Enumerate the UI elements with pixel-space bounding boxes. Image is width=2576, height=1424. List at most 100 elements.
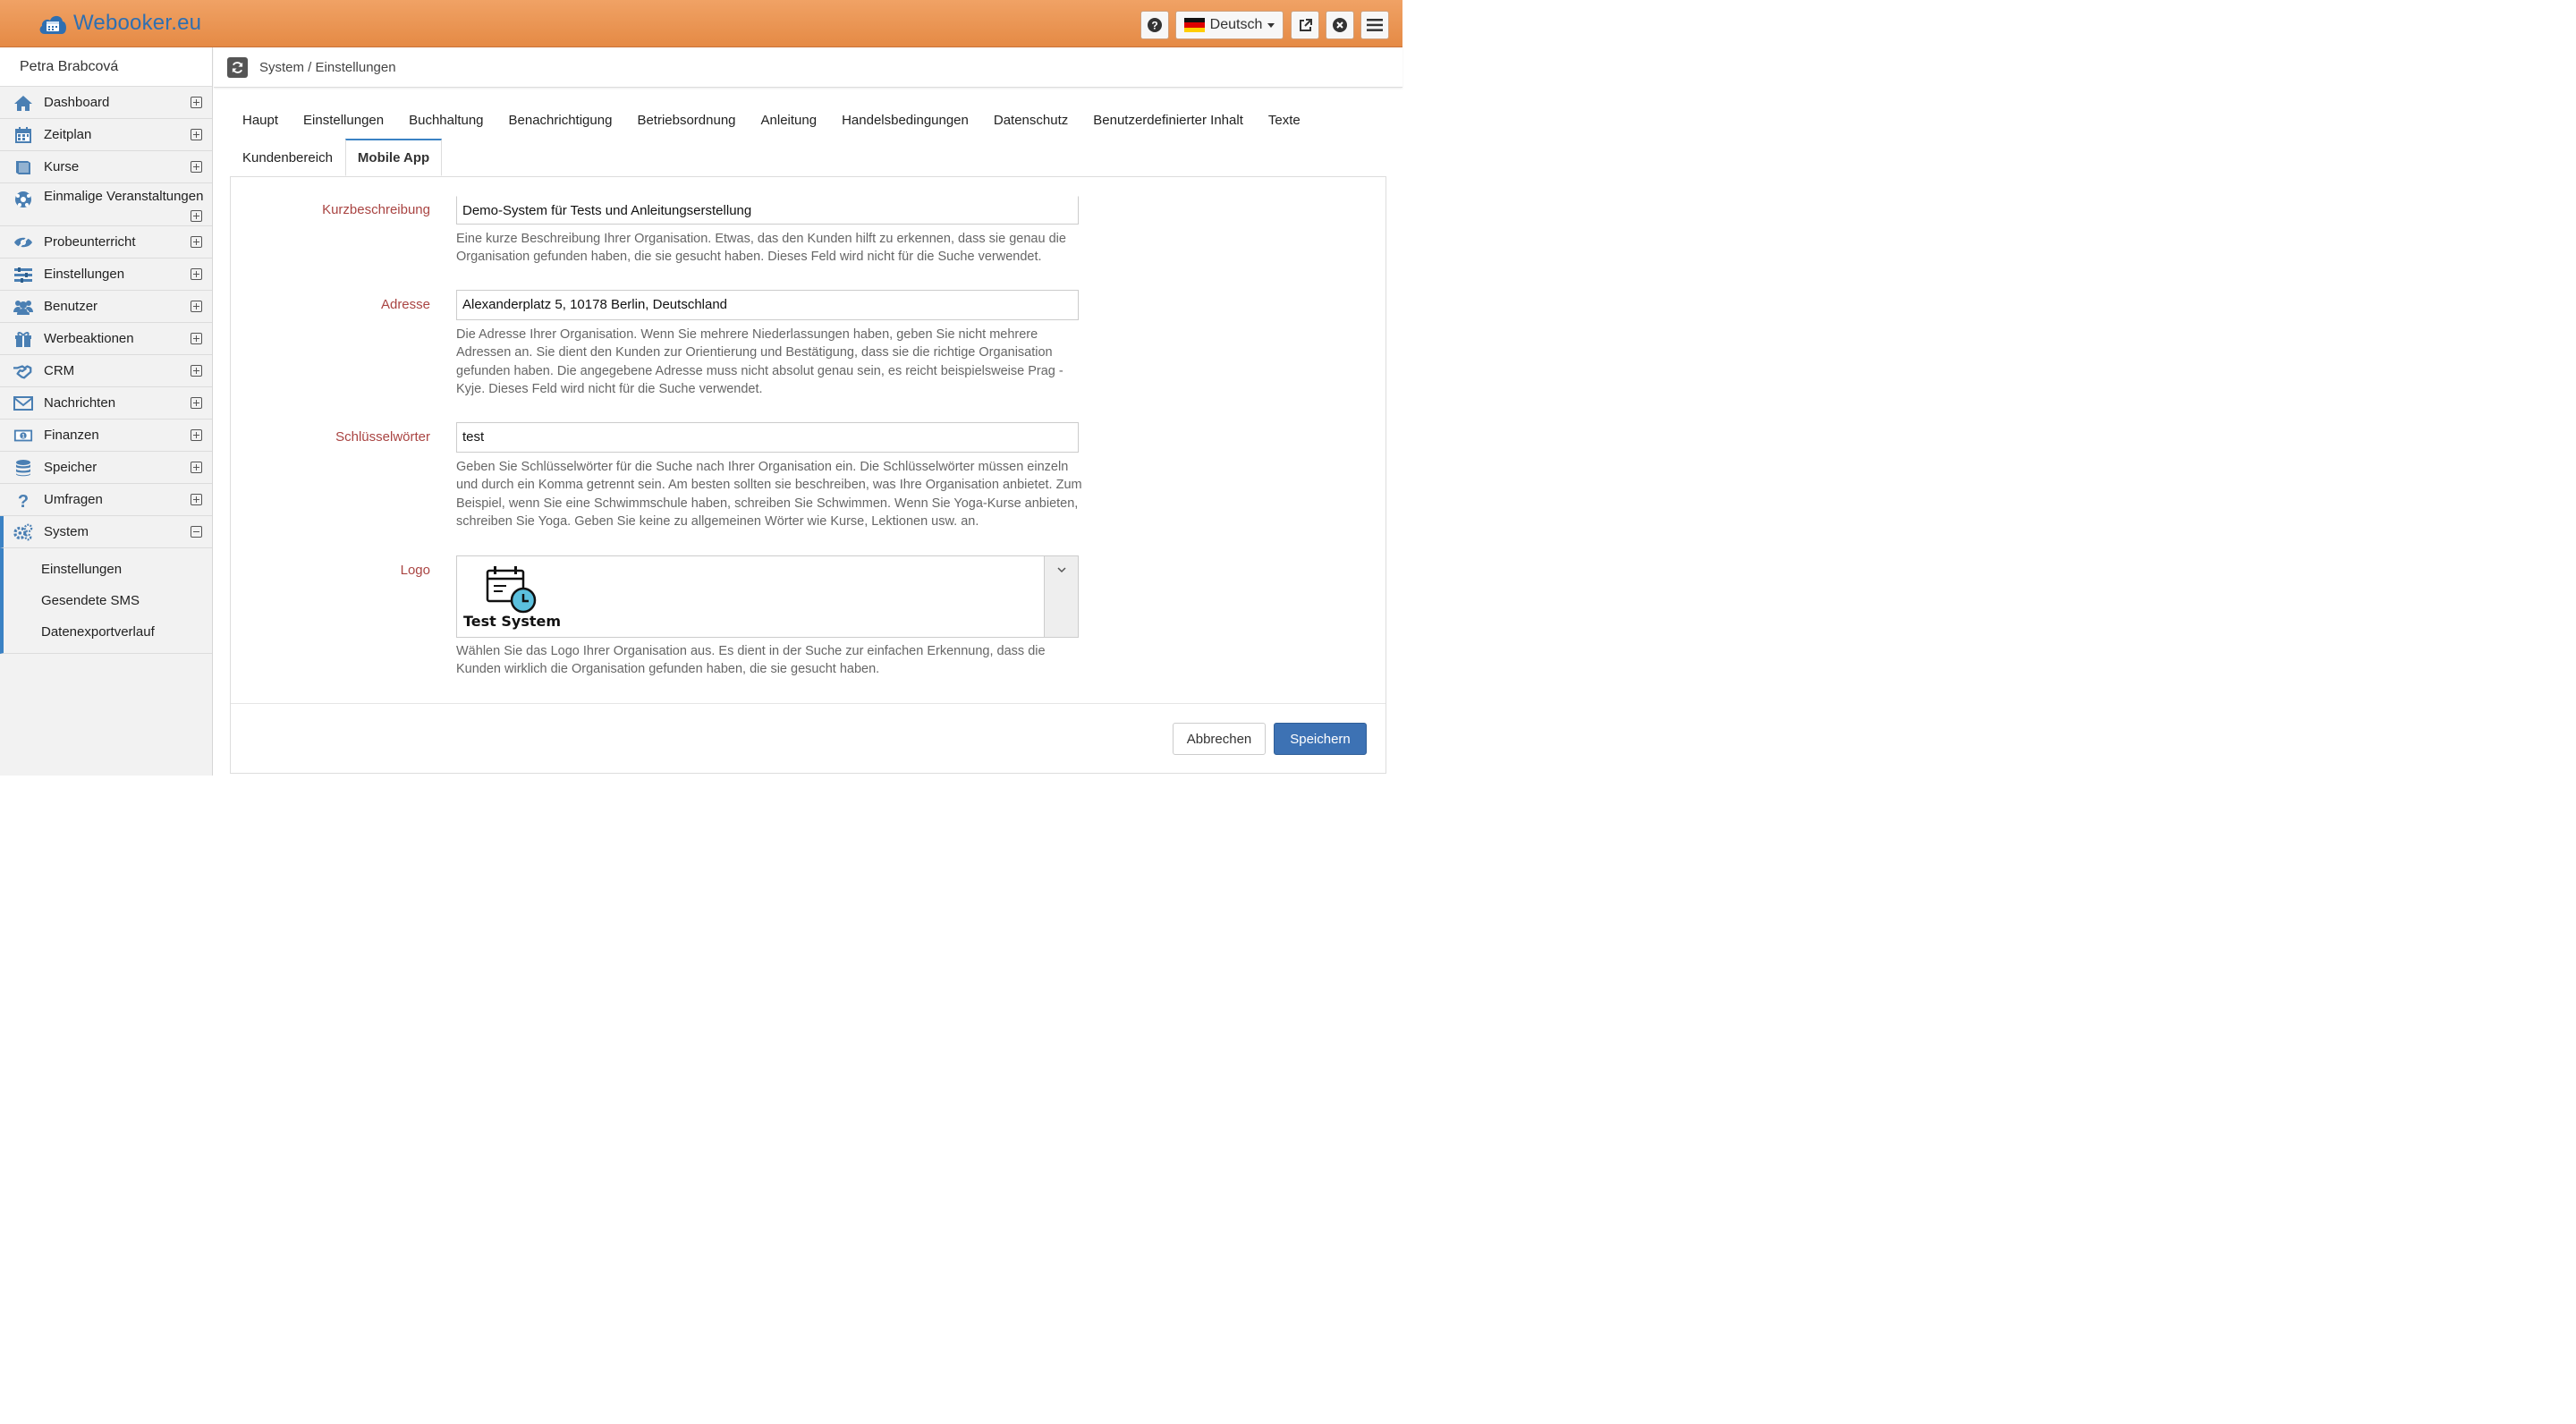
logo-caption: Test System [463,613,562,630]
sidebar-item-label: Einmalige Veranstaltungen [44,189,204,204]
users-icon [13,301,33,315]
sidebar-item-werbeaktionen[interactable]: Werbeaktionen [0,323,212,355]
address-help: Die Adresse Ihrer Organisation. Wenn Sie… [456,327,1063,396]
keywords-input[interactable]: test [456,422,1079,453]
hamburger-menu-icon [1367,19,1383,31]
sidebar-item-label: Werbeaktionen [44,331,134,346]
sidebar-item-kurse[interactable]: Kurse [0,151,212,183]
tab-einstellungen[interactable]: Einstellungen [291,101,396,139]
collapse-icon[interactable] [191,526,202,538]
sidebar-item-label: Probeunterricht [44,234,136,250]
expand-icon[interactable] [191,236,202,248]
language-select[interactable]: Deutsch [1175,11,1284,39]
sidebar-item-dashboard[interactable]: Dashboard [0,87,212,119]
sidebar-item-zeitplan[interactable]: Zeitplan [0,119,212,151]
address-label: Adresse [380,297,430,312]
money-icon: 1 [13,429,33,442]
home-icon [14,96,32,111]
short-description-help: Eine kurze Beschreibung Ihrer Organisati… [456,232,1066,265]
tab-datenschutz[interactable]: Datenschutz [981,101,1080,139]
expand-icon[interactable] [191,365,202,377]
tab-texte[interactable]: Texte [1256,101,1313,139]
tab-mobile-app[interactable]: Mobile App [344,139,443,176]
gift-icon [15,332,31,347]
gears-icon [13,523,33,541]
sidebar-item-nachrichten[interactable]: Nachrichten [0,387,212,420]
cancel-button[interactable]: Abbrechen [1173,723,1266,755]
language-label: Deutsch [1209,17,1263,32]
expand-icon[interactable] [191,429,202,441]
tab-buchhaltung[interactable]: Buchhaltung [396,101,496,139]
eye-slash-icon [14,234,32,250]
expand-icon[interactable] [191,161,202,173]
user-name[interactable]: Petra Brabcová [0,47,212,87]
keywords-help: Geben Sie Schlüsselwörter für die Suche … [456,460,1082,529]
sidebar-item-label: CRM [44,363,75,378]
help-icon: ? [1148,18,1162,32]
menu-button[interactable] [1360,11,1389,39]
save-button[interactable]: Speichern [1274,723,1367,755]
sidebar-item-label: Umfragen [44,492,103,507]
expand-icon[interactable] [191,268,202,280]
expand-icon[interactable] [191,494,202,505]
tab-handelsbedingungen[interactable]: Handelsbedingungen [829,101,981,139]
expand-icon[interactable] [191,397,202,409]
refresh-button[interactable] [227,57,248,78]
book-icon [16,161,30,174]
svg-text:1: 1 [21,434,25,440]
cloud-calendar-icon [39,15,66,34]
sidebar-item-system[interactable]: System [0,516,212,548]
sidebar-item-label: Nachrichten [44,395,116,411]
handshake-icon [13,365,32,379]
sidebar-item-label: System [44,524,89,539]
address-input[interactable]: Alexanderplatz 5, 10178 Berlin, Deutschl… [456,290,1079,320]
help-button[interactable]: ? [1140,11,1169,39]
tab-kundenbereich[interactable]: Kundenbereich [230,139,345,176]
expand-icon[interactable] [191,333,202,344]
short-description-input[interactable]: Demo-System für Tests und Anleitungserst… [456,196,1079,225]
sidebar-item-label: Zeitplan [44,127,92,142]
open-external-button[interactable] [1291,11,1319,39]
question-icon: ? [18,492,29,509]
logo-dropdown-arrow[interactable] [1044,556,1078,637]
close-button[interactable] [1326,11,1354,39]
sidebar-item-crm[interactable]: CRM [0,355,212,387]
database-icon [16,460,30,477]
settings-tabs: Haupt Einstellungen Buchhaltung Benachri… [230,101,1386,176]
expand-icon[interactable] [191,129,202,140]
sidebar-item-umfragen[interactable]: ? Umfragen [0,484,212,516]
expand-icon[interactable] [191,210,202,222]
caret-down-icon [1267,22,1275,28]
sidebar-item-einmalige-veranstaltungen[interactable]: Einmalige Veranstaltungen [0,183,212,226]
logo-select[interactable]: Test System [456,555,1079,638]
sidebar-item-label: Finanzen [44,428,99,443]
sidebar-item-label: Dashboard [44,95,110,110]
tab-haupt[interactable]: Haupt [230,101,291,139]
sidebar-item-label: Benutzer [44,299,98,314]
expand-icon[interactable] [191,462,202,473]
sidebar-item-benutzer[interactable]: Benutzer [0,291,212,323]
german-flag-icon [1183,18,1205,32]
keywords-label: Schlüsselwörter [335,429,430,445]
tab-anleitung[interactable]: Anleitung [749,101,830,139]
brand-logo[interactable]: Webooker.eu [38,10,201,37]
tab-benachrichtigung[interactable]: Benachrichtigung [496,101,625,139]
submenu-item-datenexportverlauf[interactable]: Datenexportverlauf [4,616,212,648]
system-submenu: Einstellungen Gesendete SMS Datenexportv… [0,548,212,654]
sidebar-item-speicher[interactable]: Speicher [0,452,212,484]
external-link-icon [1299,18,1312,31]
sidebar-item-einstellungen[interactable]: Einstellungen [0,259,212,291]
sidebar-item-finanzen[interactable]: 1 Finanzen [0,420,212,452]
ball-icon [15,191,31,208]
top-header: Webooker.eu ? Deutsch [0,0,1402,47]
expand-icon[interactable] [191,97,202,108]
submenu-item-einstellungen[interactable]: Einstellungen [4,554,212,585]
expand-icon[interactable] [191,301,202,312]
logo-label: Logo [400,563,430,578]
calendar-icon [15,127,31,143]
svg-text:?: ? [18,492,29,509]
tab-benutzerdefinierter-inhalt[interactable]: Benutzerdefinierter Inhalt [1080,101,1256,139]
tab-betriebsordnung[interactable]: Betriebsordnung [624,101,748,139]
sidebar-item-probeunterricht[interactable]: Probeunterricht [0,226,212,259]
submenu-item-gesendete-sms[interactable]: Gesendete SMS [4,585,212,616]
